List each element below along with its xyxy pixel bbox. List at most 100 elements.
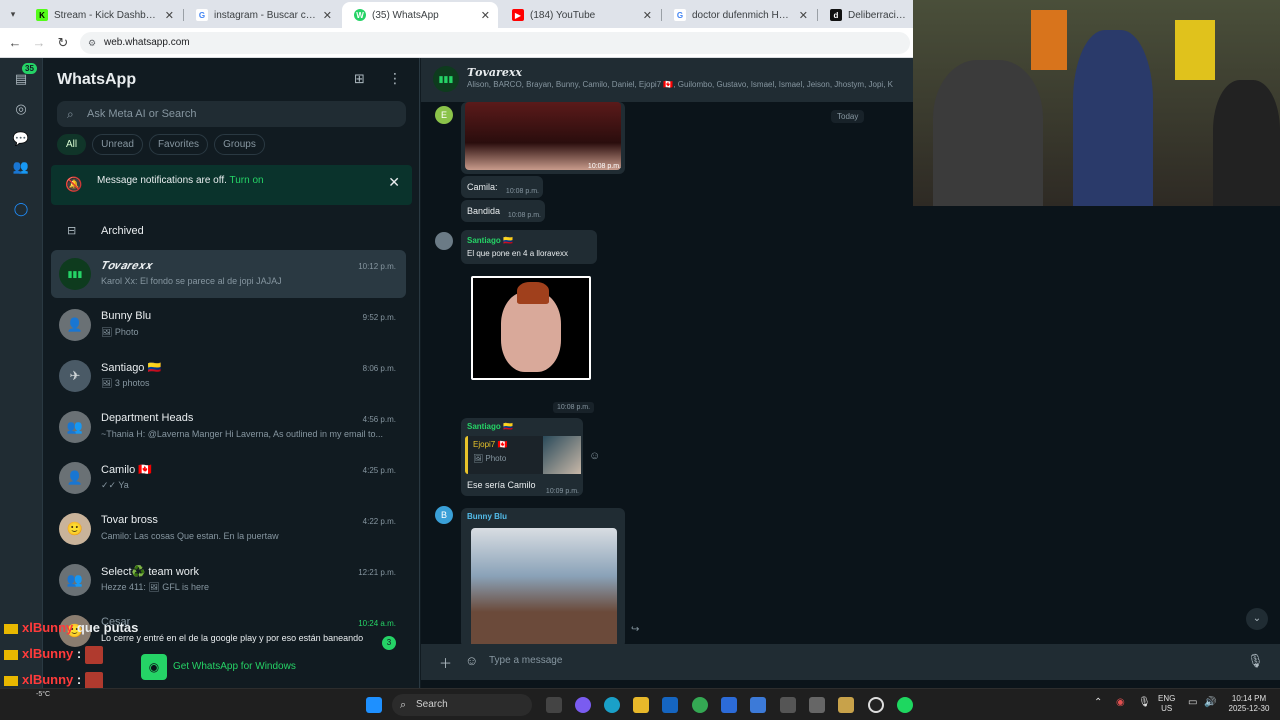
task-view-icon[interactable]: [546, 697, 562, 713]
store-icon[interactable]: [721, 697, 737, 713]
close-icon[interactable]: ✕: [799, 9, 808, 22]
avatar-placeholder-icon: 👤: [59, 309, 91, 341]
quoted-block[interactable]: Ejopi7 🇨🇦 🖼 Photo: [465, 436, 581, 474]
chat-item[interactable]: 👥 Department Heads ~Thania H: @Laverna M…: [51, 403, 406, 451]
weather-widget[interactable]: -5°C: [36, 691, 50, 698]
react-icon[interactable]: ☺: [589, 450, 600, 462]
windows-taskbar: -5°C ⌕ Search ⌃ ◉ 🎙 ENG US ▭ 🔊 10:14 PM …: [0, 688, 1280, 720]
spotify-icon[interactable]: [897, 697, 913, 713]
chat-item[interactable]: 👤 Camilo 🇨🇦 ✓✓ Ya 4:25 p.m.: [51, 454, 406, 502]
network-icon[interactable]: ▭: [1188, 698, 1197, 708]
turn-on-link[interactable]: Turn on: [230, 175, 264, 186]
chat-preview: Hezze 411: 🖼 GFL is here: [101, 582, 209, 592]
tab-search-button[interactable]: ▾: [4, 5, 22, 23]
tools-icon[interactable]: [809, 697, 825, 713]
close-icon[interactable]: ✕: [388, 174, 400, 191]
menu-icon[interactable]: ⋮: [388, 70, 402, 87]
microphone-icon[interactable]: 🎙: [1247, 653, 1264, 669]
reply-message[interactable]: Santiago 🇨🇴 El que pone en 4 a lloravexx: [461, 230, 597, 264]
outlook-icon[interactable]: [662, 697, 678, 713]
avatar-placeholder-icon: 👤: [59, 462, 91, 494]
message-composer: ＋ ☺ Type a message 🎙: [421, 644, 1280, 680]
folder-icon[interactable]: [838, 697, 854, 713]
message-sender: Santiago 🇨🇴: [467, 236, 513, 245]
chrome-icon[interactable]: [692, 697, 708, 713]
communities-icon[interactable]: 👥: [12, 158, 30, 176]
vscode-icon[interactable]: [750, 697, 766, 713]
text-message[interactable]: Bandida 10:08 p.m.: [461, 200, 545, 222]
meta-ai-icon[interactable]: ◯: [12, 200, 30, 218]
site-info-icon[interactable]: ⚙: [88, 32, 96, 54]
tab-youtube[interactable]: ▶ (184) YouTube ✕: [500, 2, 660, 28]
attach-plus-icon[interactable]: ＋: [439, 653, 452, 672]
tab-tiktok[interactable]: d Deliberración: [818, 2, 914, 28]
filter-favorites[interactable]: Favorites: [148, 134, 209, 155]
forward-arrow-icon[interactable]: →: [30, 34, 48, 52]
message-time: 10:08 p.m.: [507, 212, 541, 219]
text-message[interactable]: Camila: 10:08 p.m.: [461, 176, 543, 198]
chat-item[interactable]: 🙂 Tovar bross Camilo: Las cosas Que esta…: [51, 505, 406, 553]
message-input[interactable]: Type a message: [489, 655, 562, 666]
search-input[interactable]: ⌕ Ask Meta AI or Search: [57, 101, 406, 127]
close-icon[interactable]: ✕: [643, 9, 652, 22]
forward-icon[interactable]: ↪: [631, 624, 639, 635]
url-field[interactable]: ⚙ web.whatsapp.com: [80, 32, 910, 54]
emote-icon: [85, 671, 104, 690]
clock[interactable]: 10:14 PM 2025-12-30: [1224, 694, 1274, 714]
quoted-reply-message[interactable]: Santiago 🇨🇴 Ejopi7 🇨🇦 🖼 Photo Ese sería …: [461, 418, 583, 496]
chat-name: Select♻️ team work: [101, 566, 200, 578]
webcam-overlay: [913, 0, 1280, 206]
image-message[interactable]: 10:08 p.m.: [461, 102, 625, 174]
start-menu-icon[interactable]: [366, 697, 382, 713]
stream-chat-line: xlBunny :: [4, 644, 104, 664]
back-arrow-icon[interactable]: ←: [6, 34, 24, 52]
message-image[interactable]: [471, 528, 617, 648]
tab-kick[interactable]: K Stream - Kick Dashboard ✕: [24, 2, 182, 28]
filter-unread[interactable]: Unread: [92, 134, 143, 155]
chat-time: 12:21 p.m.: [358, 568, 396, 577]
chat-item[interactable]: 👥 Select♻️ team work Hezze 411: 🖼 GFL is…: [51, 556, 406, 604]
chat-item[interactable]: ✈ Santiago 🇨🇴 🖼 3 photos 8:06 p.m.: [51, 352, 406, 400]
person-center: [1073, 30, 1153, 206]
chat-name: Santiago 🇨🇴: [101, 362, 162, 374]
app-title: WhatsApp: [57, 71, 137, 88]
new-chat-icon[interactable]: ⊞: [354, 71, 365, 87]
kick-icon: K: [36, 9, 48, 21]
reload-icon[interactable]: ↻: [54, 34, 72, 52]
filter-all[interactable]: All: [57, 134, 87, 155]
volume-icon[interactable]: 🔊: [1204, 698, 1216, 708]
chat-item[interactable]: ▮▮▮ 𝑻𝒐𝒗𝒂𝒓𝒆𝒙𝒙 Karol Xx: El fondo se parec…: [51, 250, 406, 298]
channels-icon[interactable]: 💬: [12, 130, 30, 148]
message-text: Ese sería Camilo: [467, 480, 536, 490]
tab-whatsapp[interactable]: W (35) WhatsApp ✕: [342, 2, 498, 28]
microphone-icon[interactable]: 🎙: [1138, 698, 1151, 708]
message-image[interactable]: [465, 102, 621, 170]
scroll-down-icon[interactable]: ⌄: [1246, 608, 1268, 630]
youtube-icon: ▶: [512, 9, 524, 21]
emoji-icon[interactable]: ☺: [465, 653, 478, 668]
filter-groups[interactable]: Groups: [214, 134, 265, 155]
chat-preview: Karol Xx: El fondo se parece al de jopi …: [101, 276, 282, 286]
edge-icon[interactable]: [604, 697, 620, 713]
obs-icon[interactable]: [868, 697, 884, 713]
sticker-image[interactable]: [471, 276, 591, 380]
image-message[interactable]: Bunny Blu: [461, 508, 625, 648]
chat-item[interactable]: 👤 Bunny Blu 🖼 Photo 9:52 p.m.: [51, 301, 406, 349]
tray-overflow-icon[interactable]: ⌃: [1094, 698, 1102, 708]
apps-grid-icon[interactable]: [780, 697, 796, 713]
archived-row[interactable]: ⊟ Archived: [57, 216, 406, 246]
close-icon[interactable]: ✕: [481, 9, 490, 22]
tray-app-icon[interactable]: ◉: [1116, 698, 1125, 708]
close-icon[interactable]: ✕: [165, 9, 174, 22]
file-explorer-icon[interactable]: [633, 697, 649, 713]
language-indicator[interactable]: ENG US: [1158, 694, 1175, 714]
taskbar-search[interactable]: ⌕ Search: [392, 694, 532, 716]
status-icon[interactable]: ◎: [12, 100, 30, 118]
tab-google-instagram[interactable]: G instagram - Buscar con Google ✕: [184, 2, 340, 28]
copilot-icon[interactable]: [575, 697, 591, 713]
chat-preview: 🖼 3 photos: [101, 378, 150, 388]
chat-preview: ~Thania H: @Laverna Manger Hi Laverna, A…: [101, 429, 384, 439]
tab-google-doctor[interactable]: G doctor dufenmich HERMA O - ✕: [662, 2, 816, 28]
search-icon: ⌕: [400, 699, 407, 711]
close-icon[interactable]: ✕: [323, 9, 332, 22]
